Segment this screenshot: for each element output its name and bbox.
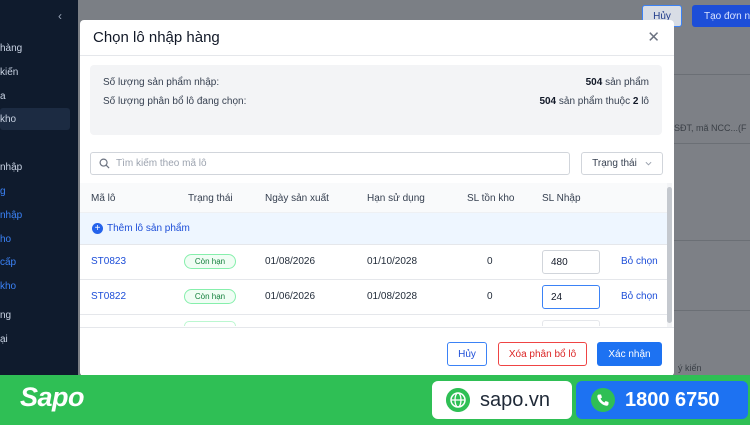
website-badge[interactable]: sapo.vn [432, 381, 572, 419]
divider [672, 143, 750, 144]
col-lot-code: Mã lô [91, 193, 116, 204]
sapo-logo[interactable]: Sapo [20, 382, 85, 413]
cancel-button[interactable]: Hủy [447, 342, 487, 366]
add-lot-label: Thêm lô sản phẩm [107, 223, 190, 234]
add-lot-row: + Thêm lô sản phẩm [80, 213, 670, 245]
sidebar-item[interactable]: ại [0, 334, 8, 345]
summary-qty-label: Số lượng sản phẩm nhập: [103, 77, 220, 88]
mfg-date: 01/08/2026 [265, 256, 316, 267]
modal-title: Chọn lô nhập hàng [93, 29, 220, 46]
close-icon[interactable]: ✕ [647, 28, 660, 46]
supplier-search-hint: SĐT, mã NCC...(F [674, 123, 747, 133]
search-icon [99, 158, 110, 169]
col-status: Trạng thái [188, 193, 233, 204]
sidebar-item[interactable]: nhập [0, 162, 22, 173]
import-qty-input[interactable] [542, 250, 600, 274]
sidebar-item[interactable]: kiến [0, 67, 18, 78]
summary-alloc-value: 504 sản phẩm thuộc 2 lô [539, 96, 649, 107]
lot-search-box[interactable] [90, 152, 570, 175]
lot-table-header: Mã lô Trạng thái Ngày sản xuất Hạn sử dụ… [80, 183, 670, 213]
col-exp-date: Hạn sử dụng [367, 193, 425, 204]
modal-footer: Hủy Xóa phân bổ lô Xác nhận [80, 327, 674, 376]
import-qty-input[interactable] [542, 320, 600, 326]
sidebar-item[interactable]: cấp [0, 257, 16, 268]
note-label: ý kiến [678, 363, 702, 373]
exp-date: 01/10/2028 [367, 256, 418, 267]
exp-date: 01/08/2028 [367, 291, 418, 302]
sidebar-item[interactable]: a [0, 91, 6, 102]
scrollbar-thumb[interactable] [667, 187, 672, 323]
table-row: ST0822 Còn hạn 01/06/2026 01/08/2028 0 B… [80, 280, 670, 315]
status-filter-dropdown[interactable]: Trạng thái [581, 152, 663, 175]
summary-alloc-label: Số lượng phân bổ lô đang chọn: [103, 96, 247, 107]
table-scrollbar[interactable] [667, 183, 672, 329]
status-filter-label: Trạng thái [592, 158, 637, 169]
import-qty-input[interactable] [542, 285, 600, 309]
status-badge: Còn hạn [184, 289, 236, 304]
chevron-left-icon[interactable]: ‹ [58, 9, 62, 23]
divider [672, 240, 750, 241]
divider [672, 74, 750, 75]
clear-lot-allocation-button[interactable]: Xóa phân bổ lô [498, 342, 587, 366]
deselect-lot-button[interactable]: Bỏ chọn [621, 256, 658, 267]
plus-circle-icon: + [92, 223, 103, 234]
add-lot-button[interactable]: + Thêm lô sản phẩm [92, 223, 190, 234]
sidebar: ‹ hàng kiến a kho nhập g nhập ho cấp kho… [0, 0, 78, 425]
table-row: ST0823 Còn hạn 01/08/2026 01/10/2028 0 B… [80, 245, 670, 280]
sidebar-item[interactable]: kho [0, 114, 16, 125]
sidebar-item[interactable]: hàng [0, 43, 22, 54]
header-create-order-button[interactable]: Tạo đơn n [692, 5, 750, 27]
hotline-text: 1800 6750 [625, 388, 720, 411]
hotline-badge[interactable]: 1800 6750 [576, 381, 748, 419]
summary-box: Số lượng sản phẩm nhập: 504 sản phẩm Số … [90, 65, 662, 135]
lot-code-link[interactable]: ST0823 [91, 256, 126, 267]
summary-qty-value: 504 sản phẩm [585, 77, 649, 88]
modal-header: Chọn lô nhập hàng ✕ [80, 20, 674, 56]
lot-search-input[interactable] [116, 158, 556, 169]
phone-icon [591, 388, 615, 412]
divider [672, 310, 750, 311]
sidebar-item[interactable]: kho [0, 281, 16, 292]
status-badge [184, 321, 236, 326]
sidebar-item[interactable]: nhập [0, 210, 22, 221]
promo-banner: Sapo sapo.vn 1800 6750 [0, 375, 750, 425]
website-text: sapo.vn [480, 388, 551, 411]
lot-code-link[interactable]: ST0822 [91, 291, 126, 302]
status-badge: Còn hạn [184, 254, 236, 269]
sidebar-item[interactable]: ho [0, 234, 11, 245]
stock-qty: 0 [487, 291, 493, 302]
summary-qty-row: Số lượng sản phẩm nhập: 504 sản phẩm [103, 77, 649, 88]
chevron-down-icon [645, 161, 652, 166]
confirm-button[interactable]: Xác nhận [597, 342, 662, 366]
deselect-lot-button[interactable]: Bỏ chọn [621, 291, 658, 302]
summary-alloc-row: Số lượng phân bổ lô đang chọn: 504 sản p… [103, 96, 649, 107]
col-mfg-date: Ngày sản xuất [265, 193, 329, 204]
stock-qty: 0 [487, 256, 493, 267]
col-stock: SL tồn kho [467, 193, 515, 204]
choose-lot-modal: Chọn lô nhập hàng ✕ Số lượng sản phẩm nh… [80, 20, 674, 376]
sidebar-item[interactable]: ng [0, 310, 11, 321]
sidebar-item[interactable]: g [0, 186, 6, 197]
background-page-right [672, 0, 750, 375]
mfg-date: 01/06/2026 [265, 291, 316, 302]
col-import-qty: SL Nhập [542, 193, 581, 204]
table-row-partial [80, 316, 670, 326]
globe-icon [446, 388, 470, 412]
